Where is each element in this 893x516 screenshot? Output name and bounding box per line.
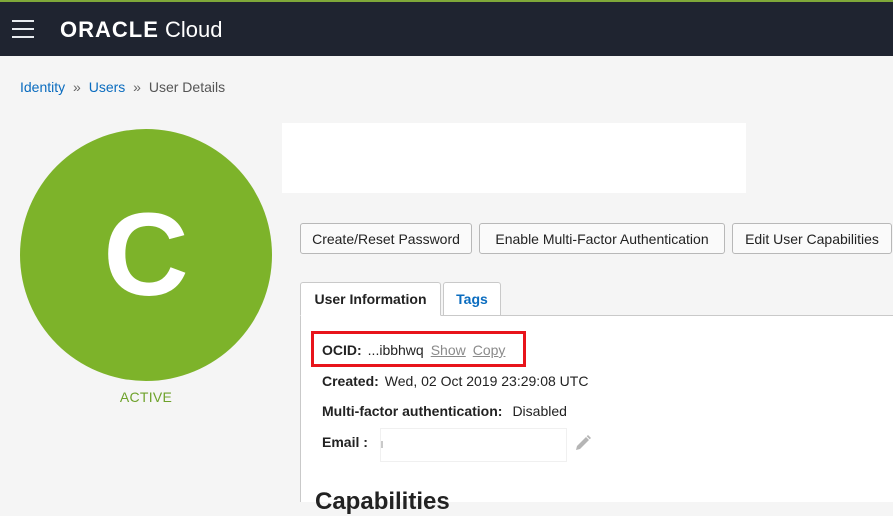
email-row: Email : xyxy=(322,434,368,450)
enable-mfa-button[interactable]: Enable Multi-Factor Authentication xyxy=(479,223,725,254)
logo-product: Cloud xyxy=(165,17,223,42)
breadcrumb-users-link[interactable]: Users xyxy=(89,79,126,95)
oracle-cloud-logo[interactable]: ORACLE Cloud xyxy=(60,16,223,44)
email-colon: : xyxy=(363,434,368,450)
created-label: Created: xyxy=(322,373,379,389)
user-status-label: ACTIVE xyxy=(119,389,173,405)
tab-tags[interactable]: Tags xyxy=(443,282,501,316)
breadcrumb: Identity » Users » User Details xyxy=(20,79,225,95)
breadcrumb-separator: » xyxy=(133,79,141,95)
email-label: Email xyxy=(322,434,360,450)
created-row: Created: Wed, 02 Oct 2019 23:29:08 UTC xyxy=(322,373,588,389)
email-value-redacted xyxy=(380,428,567,462)
mfa-label: Multi-factor authentication: xyxy=(322,403,503,419)
logo-brand: ORACLE xyxy=(60,17,159,42)
user-name-redacted-area xyxy=(282,123,746,193)
create-reset-password-button[interactable]: Create/Reset Password xyxy=(300,223,472,254)
tab-user-information[interactable]: User Information xyxy=(300,282,441,316)
ocid-highlight-box xyxy=(311,331,526,367)
user-avatar: C xyxy=(20,129,272,381)
pencil-icon[interactable] xyxy=(574,434,592,452)
edit-user-capabilities-button[interactable]: Edit User Capabilities xyxy=(732,223,892,254)
breadcrumb-separator: » xyxy=(73,79,81,95)
hamburger-menu-icon[interactable] xyxy=(12,20,34,38)
created-value: Wed, 02 Oct 2019 23:29:08 UTC xyxy=(384,373,589,389)
top-navigation-bar: ORACLE Cloud xyxy=(0,0,893,56)
mfa-value: Disabled xyxy=(512,403,567,419)
capabilities-heading: Capabilities xyxy=(315,488,450,515)
avatar-letter: C xyxy=(103,189,189,321)
mfa-row: Multi-factor authentication: Disabled xyxy=(322,403,567,419)
breadcrumb-current-page: User Details xyxy=(148,79,226,95)
redaction-artifact xyxy=(381,441,383,448)
breadcrumb-identity-link[interactable]: Identity xyxy=(20,79,65,95)
